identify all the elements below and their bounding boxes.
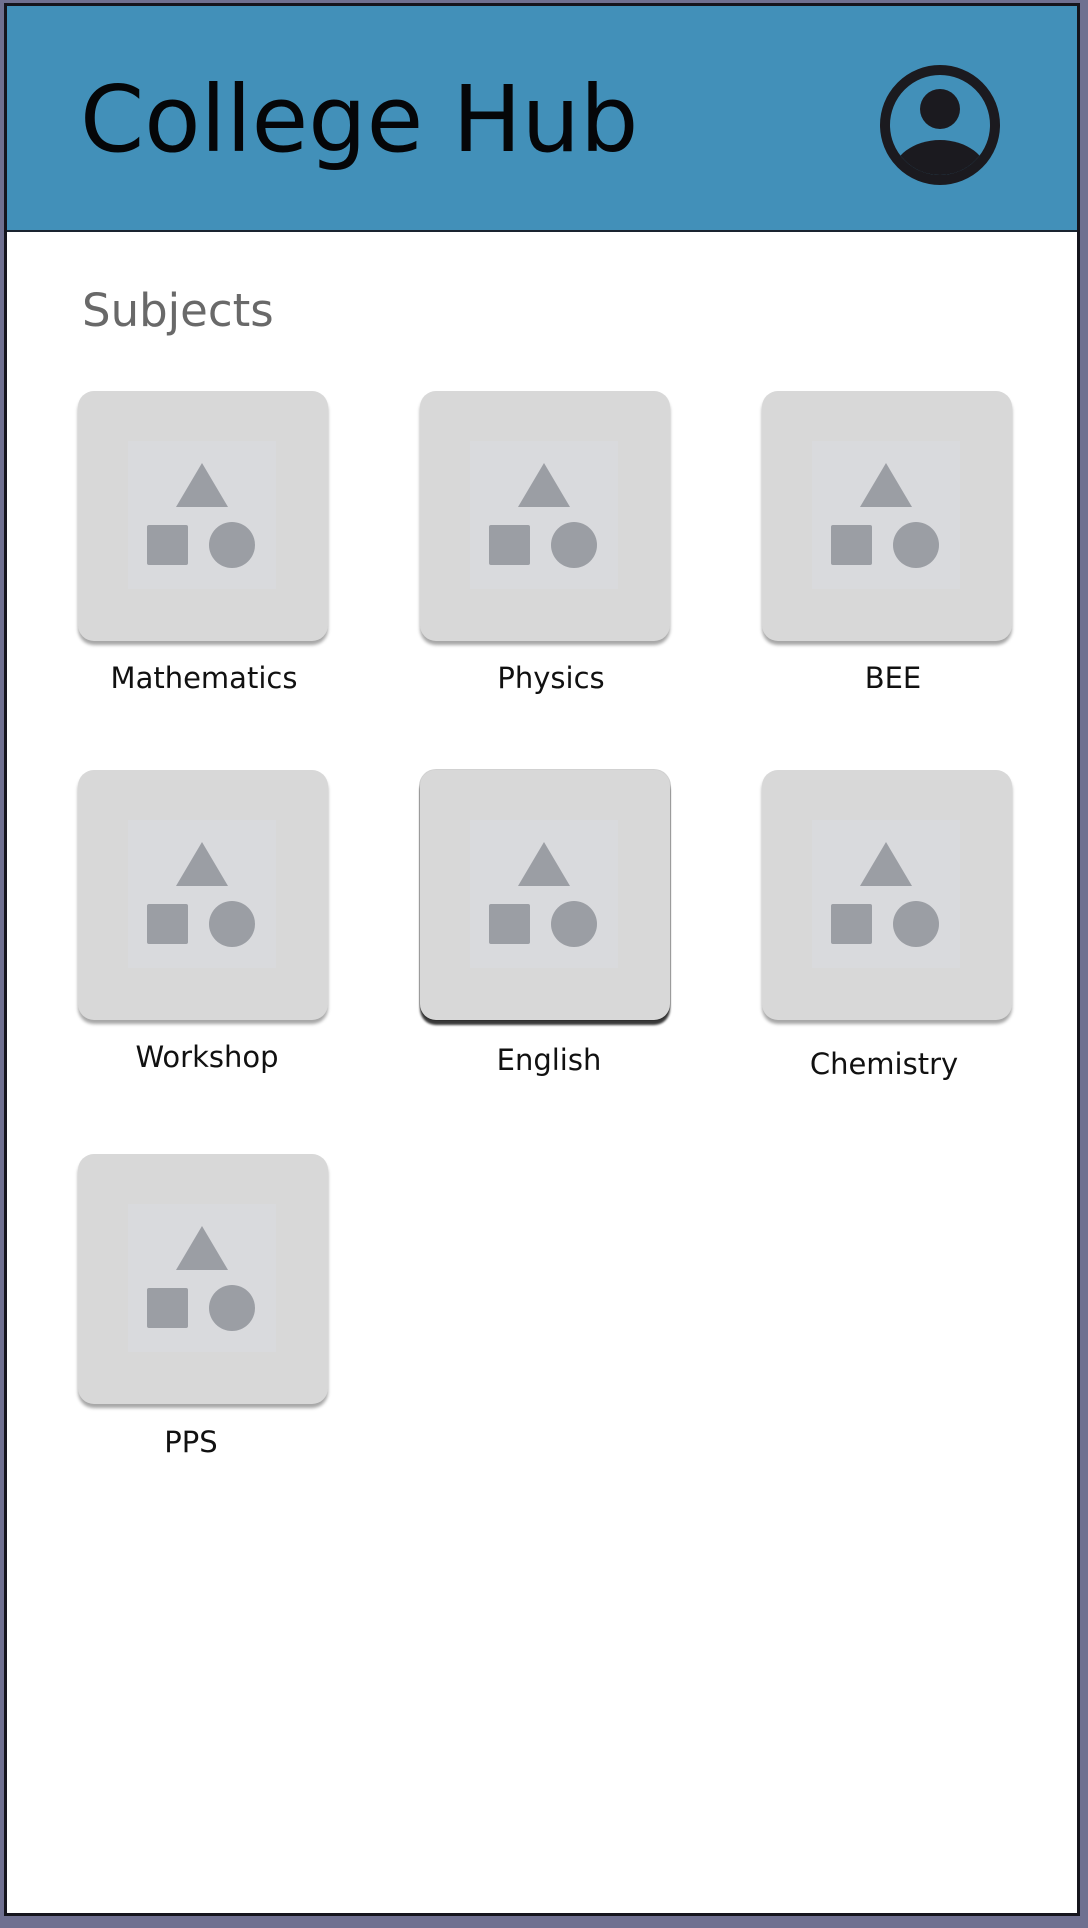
image-placeholder-icon: [812, 820, 960, 968]
image-placeholder-icon: [812, 441, 960, 589]
image-placeholder-icon: [128, 1204, 276, 1352]
app-window: College Hub Subjects Mathematics Physics…: [4, 3, 1080, 1916]
app-title: College Hub: [80, 66, 639, 173]
subject-label-chemistry: Chemistry: [809, 1047, 959, 1081]
subject-label-physics: Physics: [497, 661, 605, 695]
subject-card-workshop[interactable]: [78, 770, 328, 1020]
subject-label-mathematics: Mathematics: [110, 661, 298, 695]
image-placeholder-icon: [470, 820, 618, 968]
subject-card-pps[interactable]: [78, 1154, 328, 1404]
subject-card-physics[interactable]: [420, 391, 670, 641]
profile-button[interactable]: [879, 64, 1001, 186]
subject-label-workshop: Workshop: [135, 1040, 279, 1074]
subject-card-mathematics[interactable]: [78, 391, 328, 641]
section-title: Subjects: [82, 284, 274, 337]
subject-label-english: English: [496, 1043, 602, 1077]
subject-card-english[interactable]: [420, 770, 670, 1020]
image-placeholder-icon: [128, 820, 276, 968]
account-circle-icon: [880, 65, 1000, 185]
subject-label-pps: PPS: [164, 1425, 218, 1459]
subject-card-bee[interactable]: [762, 391, 1012, 641]
image-placeholder-icon: [128, 441, 276, 589]
subject-label-bee: BEE: [864, 661, 922, 695]
subject-card-chemistry[interactable]: [762, 770, 1012, 1020]
app-bar: College Hub: [7, 6, 1077, 232]
image-placeholder-icon: [470, 441, 618, 589]
